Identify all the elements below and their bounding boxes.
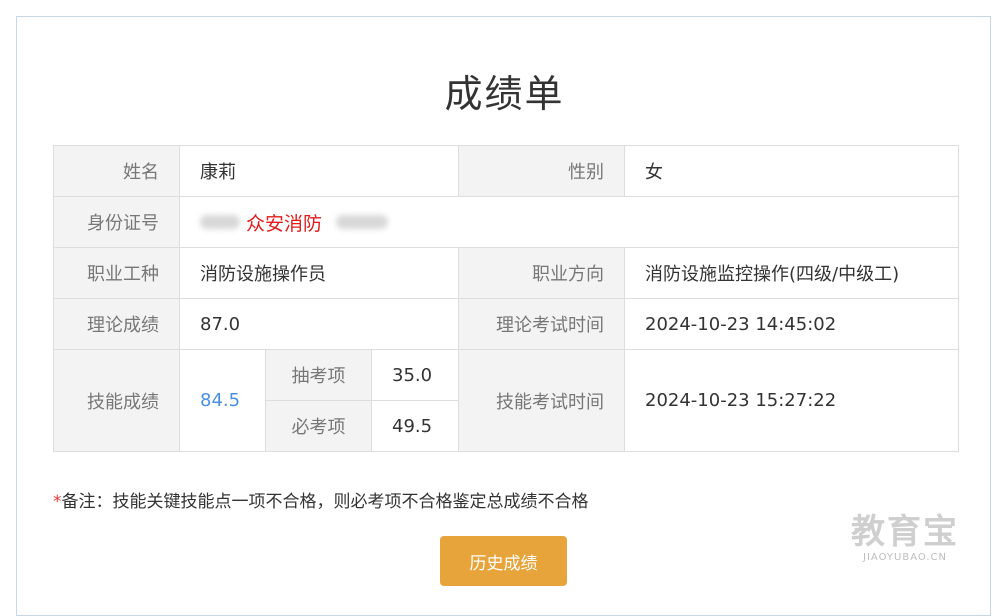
remark-text: 备注：技能关键技能点一项不合格，则必考项不合格鉴定总成绩不合格: [61, 492, 589, 512]
skill-score-value: 84.5: [179, 349, 266, 452]
direction-label: 职业方向: [458, 247, 625, 299]
remark-note: *备注：技能关键技能点一项不合格，则必考项不合格鉴定总成绩不合格: [53, 487, 589, 512]
gender-value: 女: [624, 145, 959, 197]
table-row: 理论成绩 87.0 理论考试时间 2024-10-23 14:45:02: [53, 298, 959, 350]
required-item-value: 49.5: [371, 400, 459, 452]
score-table: 姓名 康莉 性别 女 身份证号 众安消防 职业工种 消防设施操作员 职业方向 消…: [53, 145, 959, 452]
required-item-label: 必考项: [265, 400, 372, 452]
skill-time-value: 2024-10-23 15:27:22: [624, 349, 959, 452]
id-label: 身份证号: [53, 196, 180, 248]
id-watermark: 众安消防: [246, 212, 323, 235]
site-watermark-logo: 教育宝 JIAOYUBAO.CN: [845, 512, 965, 572]
theory-score-value: 87.0: [179, 298, 459, 350]
skill-score-link[interactable]: 84.5: [200, 390, 240, 411]
name-value: 康莉: [179, 145, 459, 197]
table-row: 职业工种 消防设施操作员 职业方向 消防设施监控操作(四级/中级工): [53, 247, 959, 299]
occupation-label: 职业工种: [53, 247, 180, 299]
table-row: 身份证号 众安消防: [53, 196, 959, 248]
skill-time-label: 技能考试时间: [458, 349, 625, 452]
redacted-id-part: [200, 215, 240, 229]
page-title: 成绩单: [444, 72, 565, 116]
gender-label: 性别: [458, 145, 625, 197]
site-watermark-name: 教育宝: [851, 512, 959, 552]
theory-time-label: 理论考试时间: [458, 298, 625, 350]
sampled-item-label: 抽考项: [265, 349, 372, 401]
id-value: 众安消防: [179, 196, 959, 248]
sampled-item-value: 35.0: [371, 349, 459, 401]
required-asterisk: *: [53, 492, 62, 512]
history-score-button[interactable]: 历史成绩: [440, 536, 567, 586]
table-row: 技能成绩 84.5 抽考项 35.0 技能考试时间 2024-10-23 15:…: [53, 349, 959, 452]
direction-value: 消防设施监控操作(四级/中级工): [624, 247, 959, 299]
theory-time-value: 2024-10-23 14:45:02: [624, 298, 959, 350]
site-watermark-domain: JIAOYUBAO.CN: [863, 552, 947, 563]
redacted-id-part: [336, 215, 389, 229]
table-row: 姓名 康莉 性别 女: [53, 145, 959, 197]
skill-score-label: 技能成绩: [53, 349, 180, 452]
theory-score-label: 理论成绩: [53, 298, 180, 350]
occupation-value: 消防设施操作员: [179, 247, 459, 299]
name-label: 姓名: [53, 145, 180, 197]
